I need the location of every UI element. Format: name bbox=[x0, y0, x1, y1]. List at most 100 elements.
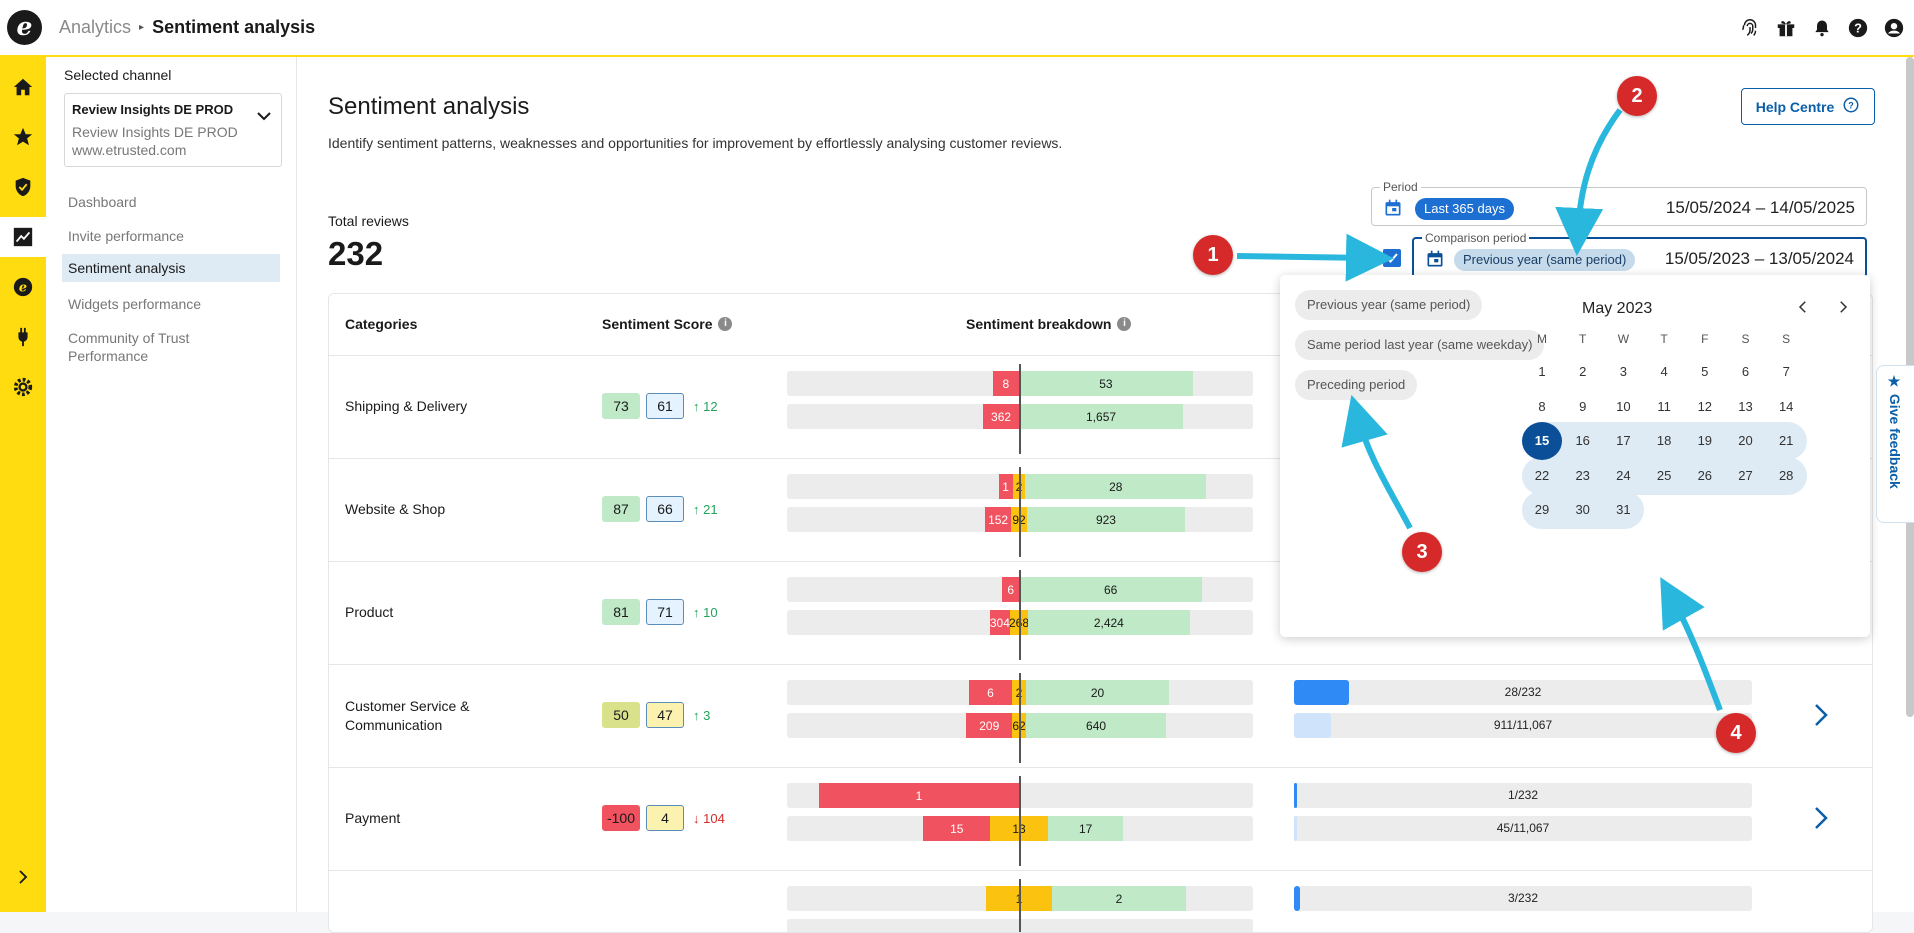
calendar-day[interactable]: 20 bbox=[1726, 422, 1766, 460]
period-field[interactable]: Period Last 365 days 15/05/2024 – 14/05/… bbox=[1371, 180, 1867, 226]
calendar-day[interactable]: 22 bbox=[1522, 457, 1562, 495]
calendar-day[interactable]: 1 bbox=[1522, 353, 1562, 391]
breadcrumb-separator-icon: ▸ bbox=[139, 22, 145, 33]
calendar-day[interactable]: 21 bbox=[1766, 422, 1806, 460]
calendar-day[interactable]: 19 bbox=[1685, 422, 1725, 460]
zero-axis-line bbox=[1019, 776, 1021, 866]
calendar-day[interactable]: 27 bbox=[1726, 457, 1766, 495]
calendar-day[interactable]: 2 bbox=[1563, 353, 1603, 391]
calendar-day[interactable]: 4 bbox=[1644, 353, 1684, 391]
breadcrumb-current: Sentiment analysis bbox=[152, 17, 316, 37]
option-previous-year[interactable]: Previous year (same period) bbox=[1295, 290, 1483, 320]
calendar-day[interactable]: 16 bbox=[1563, 422, 1603, 460]
sentiment-score-previous: 4 bbox=[646, 805, 684, 831]
home-icon[interactable] bbox=[0, 67, 46, 107]
calendar-day[interactable]: 25 bbox=[1644, 457, 1684, 495]
coin-icon[interactable]: e bbox=[0, 267, 46, 307]
info-icon[interactable]: i bbox=[718, 317, 733, 331]
channel-selector[interactable]: Review Insights DE PROD Review Insights … bbox=[64, 93, 282, 167]
review-volume-bar[interactable]: 911/11,067 bbox=[1294, 713, 1752, 738]
help-centre-button[interactable]: Help Centre ? bbox=[1741, 88, 1875, 125]
option-same-weekday[interactable]: Same period last year (same weekday) bbox=[1295, 330, 1545, 360]
sentiment-score-previous: 71 bbox=[646, 599, 684, 625]
page-subtitle: Identify sentiment patterns, weaknesses … bbox=[328, 135, 1063, 151]
sidebar-item-community-of-trust[interactable]: Community of Trust Performance bbox=[62, 324, 202, 370]
comparison-checkbox[interactable] bbox=[1383, 249, 1401, 267]
sidebar-item-invite-performance[interactable]: Invite performance bbox=[62, 222, 280, 250]
calendar-day[interactable]: 31 bbox=[1603, 491, 1643, 529]
plug-icon[interactable] bbox=[0, 317, 46, 357]
chevron-down-icon[interactable] bbox=[257, 108, 271, 126]
calendar-day[interactable]: 26 bbox=[1685, 457, 1725, 495]
review-volume-bar[interactable]: 3/232 bbox=[1294, 886, 1752, 911]
negative-segment: 1 bbox=[998, 474, 1013, 499]
calendar-day[interactable]: 29 bbox=[1522, 491, 1562, 529]
positive-segment: 2 bbox=[1052, 886, 1186, 911]
calendar-day[interactable]: 14 bbox=[1766, 388, 1806, 426]
table-row[interactable]: Customer Service & Communication 50 47 ↑ 3 6… bbox=[329, 664, 1872, 767]
calendar-day[interactable]: 5 bbox=[1685, 353, 1725, 391]
help-icon[interactable]: ? bbox=[1846, 16, 1870, 40]
comparison-range[interactable]: 15/05/2023 – 13/05/2024 bbox=[1665, 249, 1854, 269]
sentiment-score-previous: 61 bbox=[646, 393, 684, 419]
option-preceding-period[interactable]: Preceding period bbox=[1295, 370, 1418, 400]
etrusted-logo[interactable]: e bbox=[7, 10, 42, 45]
calendar-icon bbox=[1383, 198, 1403, 223]
chevron-right-icon[interactable] bbox=[1814, 703, 1828, 732]
period-preset-pill: Last 365 days bbox=[1415, 198, 1514, 220]
calendar-day[interactable]: 24 bbox=[1603, 457, 1643, 495]
arrow-up-icon: ↑ bbox=[693, 502, 700, 517]
star-icon[interactable] bbox=[0, 117, 46, 157]
sidebar-item-dashboard[interactable]: Dashboard bbox=[62, 188, 280, 216]
calendar-day[interactable]: 28 bbox=[1766, 457, 1806, 495]
shield-icon[interactable] bbox=[0, 167, 46, 207]
settings-icon[interactable] bbox=[0, 367, 46, 407]
chevron-right-icon[interactable] bbox=[0, 857, 46, 897]
calendar-day[interactable]: 8 bbox=[1522, 388, 1562, 426]
sidebar-item-sentiment-analysis[interactable]: Sentiment analysis bbox=[62, 254, 280, 282]
calendar-day[interactable]: 12 bbox=[1685, 388, 1725, 426]
negative-segment: 209 bbox=[966, 713, 1013, 738]
account-icon[interactable] bbox=[1882, 16, 1906, 40]
sidebar-item-widgets-performance[interactable]: Widgets performance bbox=[62, 290, 280, 318]
review-volume-bar[interactable]: 45/11,067 bbox=[1294, 816, 1752, 841]
give-feedback-tab[interactable]: ★ Give feedback bbox=[1876, 365, 1914, 523]
breadcrumb-analytics[interactable]: Analytics bbox=[59, 17, 131, 38]
chevron-right-icon[interactable] bbox=[1834, 298, 1852, 321]
calendar-day[interactable]: 6 bbox=[1726, 353, 1766, 391]
calendar-day[interactable]: 23 bbox=[1563, 457, 1603, 495]
score-change: ↑ 10 bbox=[693, 605, 718, 620]
chevron-right-icon[interactable] bbox=[1814, 806, 1828, 835]
channel-name: Review Insights DE PROD bbox=[72, 102, 234, 117]
calendar-day[interactable]: 18 bbox=[1644, 422, 1684, 460]
svg-text:e: e bbox=[19, 281, 27, 296]
calendar-day[interactable]: 3 bbox=[1603, 353, 1643, 391]
sentiment-score-current: 73 bbox=[602, 393, 640, 419]
annotation-badge: 3 bbox=[1402, 532, 1442, 572]
table-row[interactable]: 123/232 bbox=[329, 870, 1872, 932]
negative-segment: 362 bbox=[983, 404, 1019, 429]
review-volume-bar[interactable]: 28/232 bbox=[1294, 680, 1752, 705]
calendar-day[interactable]: 17 bbox=[1603, 422, 1643, 460]
weekday-label: W bbox=[1617, 332, 1630, 346]
bell-icon[interactable] bbox=[1810, 16, 1834, 40]
calendar-day[interactable]: 7 bbox=[1766, 353, 1806, 391]
review-volume-bar[interactable]: 1/232 bbox=[1294, 783, 1752, 808]
calendar-day[interactable]: 11 bbox=[1644, 388, 1684, 426]
info-icon[interactable]: i bbox=[1117, 317, 1132, 331]
zero-axis-line bbox=[1019, 467, 1021, 557]
calendar-day[interactable]: 30 bbox=[1563, 491, 1603, 529]
calendar-day[interactable]: 15 bbox=[1522, 422, 1562, 460]
chevron-left-icon[interactable] bbox=[1794, 298, 1812, 321]
fingerprint-icon[interactable] bbox=[1738, 16, 1762, 40]
calendar-day[interactable]: 13 bbox=[1726, 388, 1766, 426]
calendar-day[interactable]: 10 bbox=[1603, 388, 1643, 426]
volume-value: 28/232 bbox=[1504, 685, 1542, 699]
calendar-day[interactable]: 9 bbox=[1563, 388, 1603, 426]
table-row[interactable]: Payment-1004↓ 10411513171/23245/11,067 bbox=[329, 767, 1872, 870]
gift-icon[interactable] bbox=[1774, 16, 1798, 40]
zero-axis-line bbox=[1019, 673, 1021, 763]
analytics-icon[interactable] bbox=[0, 217, 46, 257]
comparison-period-field[interactable]: Comparison period Previous year (same pe… bbox=[1412, 231, 1867, 278]
col-sentiment-score: Sentiment Score i bbox=[602, 316, 733, 332]
